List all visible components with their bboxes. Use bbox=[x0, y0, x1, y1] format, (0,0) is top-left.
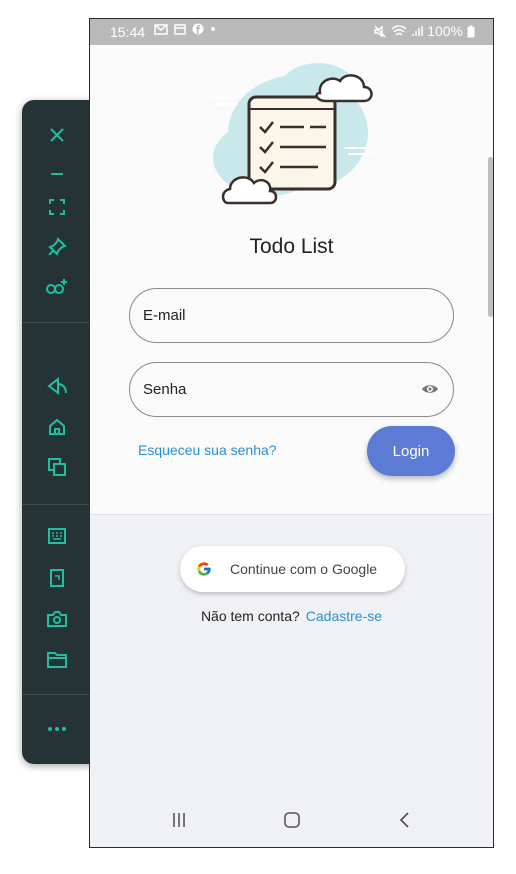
home-nav-icon[interactable] bbox=[277, 807, 307, 833]
recent-apps-icon[interactable] bbox=[164, 807, 194, 833]
password-input[interactable] bbox=[143, 381, 403, 398]
mute-icon bbox=[374, 24, 386, 38]
google-button-label: Continue com o Google bbox=[230, 561, 378, 577]
home-icon[interactable] bbox=[44, 414, 70, 440]
folder-icon[interactable] bbox=[44, 647, 70, 673]
app-title: Todo List bbox=[249, 235, 334, 258]
fullscreen-icon[interactable] bbox=[44, 194, 70, 220]
system-status-icons: 100% bbox=[373, 23, 475, 39]
email-field[interactable] bbox=[129, 288, 454, 343]
minimize-icon[interactable] bbox=[44, 158, 70, 184]
camera-icon[interactable] bbox=[44, 606, 70, 632]
phone-screen: 15:44 100% Todo List E-mail Esqueceu sua… bbox=[89, 18, 494, 848]
status-time: 15:44 bbox=[110, 24, 146, 40]
back-nav-icon[interactable] bbox=[390, 807, 420, 833]
password-field[interactable] bbox=[129, 362, 454, 417]
multi-display-icon[interactable] bbox=[44, 274, 70, 300]
overview-icon[interactable] bbox=[44, 454, 70, 480]
email-input[interactable] bbox=[143, 307, 403, 324]
more-icon[interactable] bbox=[44, 716, 70, 742]
pin-icon[interactable] bbox=[44, 234, 70, 260]
back-icon[interactable] bbox=[44, 373, 70, 399]
calendar-icon bbox=[174, 23, 186, 35]
facebook-icon bbox=[192, 23, 204, 35]
signup-link[interactable]: Cadastre-se bbox=[306, 608, 382, 624]
dot-icon bbox=[211, 27, 215, 31]
navigation-bar bbox=[90, 793, 493, 847]
no-account-text: Não tem conta? bbox=[200, 608, 300, 624]
signal-icon bbox=[412, 26, 423, 36]
google-signin-button[interactable]: Continue com o Google bbox=[180, 546, 405, 592]
gmail-icon bbox=[154, 23, 168, 35]
status-bar: 15:44 100% bbox=[90, 19, 493, 45]
close-icon[interactable] bbox=[44, 122, 70, 148]
login-card: Todo List Esqueceu sua senha? Login bbox=[90, 45, 493, 515]
google-icon bbox=[197, 562, 211, 576]
rotate-icon[interactable] bbox=[44, 565, 70, 591]
eye-icon[interactable] bbox=[421, 382, 439, 396]
wifi-icon bbox=[391, 24, 407, 36]
keyboard-icon[interactable] bbox=[44, 523, 70, 549]
todo-illustration bbox=[210, 63, 374, 205]
battery-icon bbox=[467, 25, 475, 37]
forgot-password-link[interactable]: Esqueceu sua senha? bbox=[138, 442, 277, 458]
login-button[interactable]: Login bbox=[367, 426, 455, 476]
battery-level: 100% bbox=[427, 23, 463, 39]
notification-icons bbox=[154, 23, 216, 35]
signup-row: Não tem conta? Cadastre-se bbox=[90, 608, 493, 624]
